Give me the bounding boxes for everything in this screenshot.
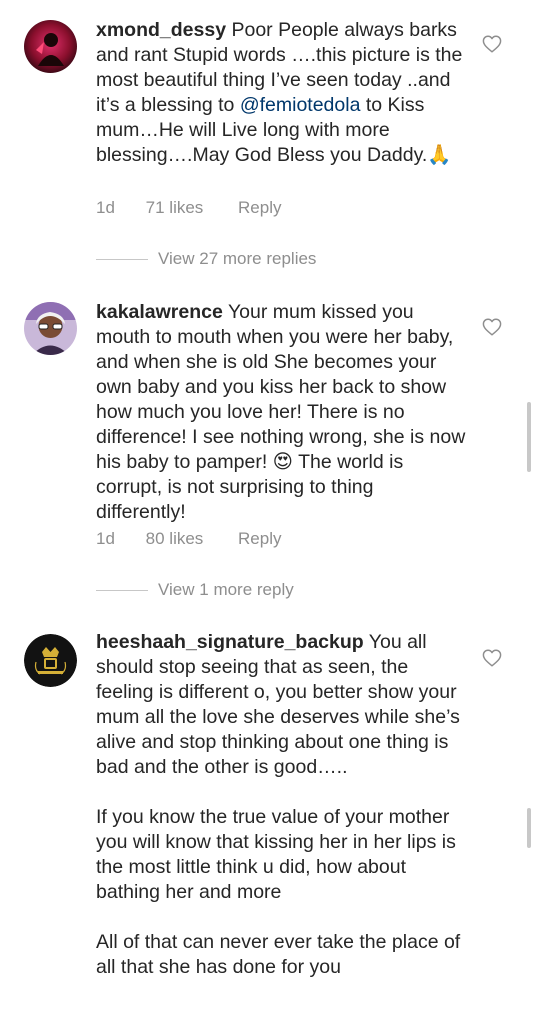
comment-body: You all should stop seeing that as seen,…	[96, 631, 461, 978]
like-button[interactable]	[482, 318, 502, 336]
like-button[interactable]	[482, 35, 502, 53]
reply-button[interactable]: Reply	[238, 529, 281, 549]
scrollbar-thumb[interactable]	[527, 402, 531, 472]
view-more-label: View 27 more replies	[158, 249, 317, 268]
comment-username[interactable]: xmond_dessy	[96, 19, 226, 41]
comment-age: 1d	[96, 198, 115, 217]
divider-line	[96, 589, 148, 591]
heart-outline-icon	[482, 35, 502, 53]
comment-username[interactable]: kakalawrence	[96, 301, 223, 323]
mention-link[interactable]: @femiotedola	[240, 94, 361, 116]
reply-button[interactable]: Reply	[238, 198, 281, 218]
comment-likes[interactable]: 71 likes	[146, 198, 204, 218]
comment-age: 1d	[96, 529, 115, 548]
comment-meta: 1d 80 likes Reply	[96, 529, 282, 549]
comment-text: kakalawrence Your mum kissed you mouth t…	[96, 300, 468, 525]
comment-body: Your mum kissed you mouth to mouth when …	[96, 301, 471, 523]
comment-meta: 1d 71 likes Reply	[96, 198, 282, 218]
avatar[interactable]	[24, 302, 77, 355]
comment-text: heeshaah_signature_backup You all should…	[96, 630, 468, 980]
scrollbar-thumb[interactable]	[527, 808, 531, 848]
view-more-replies[interactable]: View 1 more reply	[96, 580, 294, 600]
heart-outline-icon	[482, 318, 502, 336]
avatar[interactable]	[24, 20, 77, 73]
view-more-label: View 1 more reply	[158, 580, 294, 599]
view-more-replies[interactable]: View 27 more replies	[96, 249, 316, 269]
comment-text: xmond_dessy Poor People always barks and…	[96, 18, 468, 168]
divider-line	[96, 258, 148, 260]
comment-username[interactable]: heeshaah_signature_backup	[96, 631, 364, 653]
like-button[interactable]	[482, 649, 502, 667]
comment-likes[interactable]: 80 likes	[146, 529, 204, 549]
avatar[interactable]	[24, 634, 77, 687]
heart-outline-icon	[482, 649, 502, 667]
